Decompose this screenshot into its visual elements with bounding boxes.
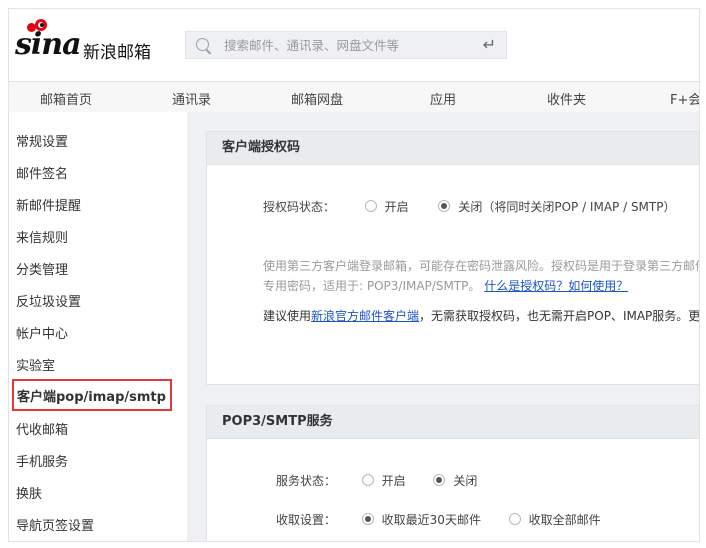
tab-apps[interactable]: 应用 xyxy=(430,89,456,108)
pop-off-label[interactable]: 关闭 xyxy=(453,474,477,488)
settings-sidebar: 常规设置 邮件签名 新邮件提醒 来信规则 分类管理 反垃圾设置 帐户中心 实验室… xyxy=(9,112,187,541)
pop-on-radio[interactable] xyxy=(361,474,374,486)
sidebar-item-anti-spam[interactable]: 反垃圾设置 xyxy=(16,291,81,310)
tab-mail-home[interactable]: 邮箱首页 xyxy=(40,89,92,108)
receive-all-radio[interactable] xyxy=(508,513,521,525)
auth-desc-prefix: 专用密码，适用于: POP3/IMAP/SMTP。 xyxy=(263,279,481,293)
auth-off-radio[interactable] xyxy=(438,200,451,212)
search-icon xyxy=(196,38,209,51)
sidebar-item-lab[interactable]: 实验室 xyxy=(16,355,55,374)
tab-fplus[interactable]: F+会 xyxy=(670,89,699,108)
search-box[interactable]: ↵ xyxy=(185,31,507,59)
sidebar-item-mail-rules[interactable]: 来信规则 xyxy=(16,227,68,246)
what-is-auth-code-link[interactable]: 什么是授权码？如何使用？ xyxy=(484,279,628,293)
auth-tip-suffix: ，无需获取授权码，也无需开启POP、IMAP服务。更 xyxy=(419,309,700,323)
auth-on-label[interactable]: 开启 xyxy=(385,200,409,214)
sidebar-item-nav-tabs[interactable]: 导航页签设置 xyxy=(16,515,94,534)
receive-recent-label[interactable]: 收取最近30天邮件 xyxy=(382,513,481,527)
auth-status-label: 授权码状态： xyxy=(263,200,336,214)
auth-tip-line: 建议使用新浪官方邮件客户端，无需获取授权码，也无需开启POP、IMAP服务。更 xyxy=(263,307,700,324)
sina-mail-logo[interactable]: sina 新浪邮箱 xyxy=(15,17,165,67)
pop3-smtp-card: POP3/SMTP服务 服务状态： 开启 关闭 收取设置： 收取最近30天邮件 … xyxy=(206,405,699,541)
receive-recent-radio[interactable] xyxy=(361,513,374,525)
search-input[interactable] xyxy=(224,34,454,56)
pop-status-label: 服务状态： xyxy=(276,474,337,488)
sidebar-item-mobile-service[interactable]: 手机服务 xyxy=(16,451,68,470)
tab-contacts[interactable]: 通讯录 xyxy=(172,89,211,108)
top-header: sina 新浪邮箱 ↵ xyxy=(9,9,699,81)
mail-settings-window: sina 新浪邮箱 ↵ 邮箱首页 通讯录 邮箱网盘 应用 收件夹 F+会 常规设… xyxy=(8,8,700,542)
auth-code-title: 客户端授权码 xyxy=(207,132,699,165)
pop-off-radio[interactable] xyxy=(433,474,446,486)
sidebar-item-general[interactable]: 常规设置 xyxy=(16,131,68,150)
sidebar-item-account-center[interactable]: 帐户中心 xyxy=(16,323,68,342)
auth-desc-line1: 使用第三方客户端登录邮箱，可能存在密码泄露风险。授权码是用于登录第三方邮件 xyxy=(263,259,700,273)
receive-setting-label: 收取设置： xyxy=(276,513,337,527)
official-client-link[interactable]: 新浪官方邮件客户端 xyxy=(311,309,419,323)
pop-status-row: 服务状态： 开启 关闭 xyxy=(276,472,477,489)
auth-tip-prefix: 建议使用 xyxy=(263,309,312,323)
auth-status-row: 授权码状态： 开启 关闭（将同时关闭POP / IMAP / SMTP） xyxy=(263,198,675,215)
receive-all-label[interactable]: 收取全部邮件 xyxy=(529,513,601,527)
tab-inbox-folder[interactable]: 收件夹 xyxy=(547,89,586,108)
sidebar-item-fetch-mailbox[interactable]: 代收邮箱 xyxy=(16,419,68,438)
auth-off-label[interactable]: 关闭（将同时关闭POP / IMAP / SMTP） xyxy=(458,200,675,214)
tab-cloud-drive[interactable]: 邮箱网盘 xyxy=(291,89,343,108)
settings-content: 客户端授权码 授权码状态： 开启 关闭（将同时关闭POP / IMAP / SM… xyxy=(187,112,699,541)
auth-desc-line2: 专用密码，适用于: POP3/IMAP/SMTP。 什么是授权码？如何使用？ xyxy=(263,277,628,294)
logo-wordmark: sina xyxy=(15,27,82,62)
auth-code-card: 客户端授权码 授权码状态： 开启 关闭（将同时关闭POP / IMAP / SM… xyxy=(206,131,700,385)
enter-icon[interactable]: ↵ xyxy=(483,35,496,54)
pop3-smtp-title: POP3/SMTP服务 xyxy=(207,406,699,439)
logo-title: 新浪邮箱 xyxy=(83,43,151,63)
sidebar-item-skin[interactable]: 换肤 xyxy=(16,483,42,502)
main-nav: 邮箱首页 通讯录 邮箱网盘 应用 收件夹 F+会 xyxy=(9,81,699,113)
sidebar-item-categories[interactable]: 分类管理 xyxy=(16,259,68,278)
auth-on-radio[interactable] xyxy=(364,200,377,212)
sidebar-item-client-pop-imap-smtp[interactable]: 客户端pop/imap/smtp xyxy=(12,379,172,411)
sidebar-item-signature[interactable]: 邮件签名 xyxy=(16,163,68,182)
sidebar-item-new-mail-alert[interactable]: 新邮件提醒 xyxy=(16,195,81,214)
receive-setting-row: 收取设置： 收取最近30天邮件 收取全部邮件 xyxy=(276,511,601,528)
pop-on-label[interactable]: 开启 xyxy=(382,474,406,488)
